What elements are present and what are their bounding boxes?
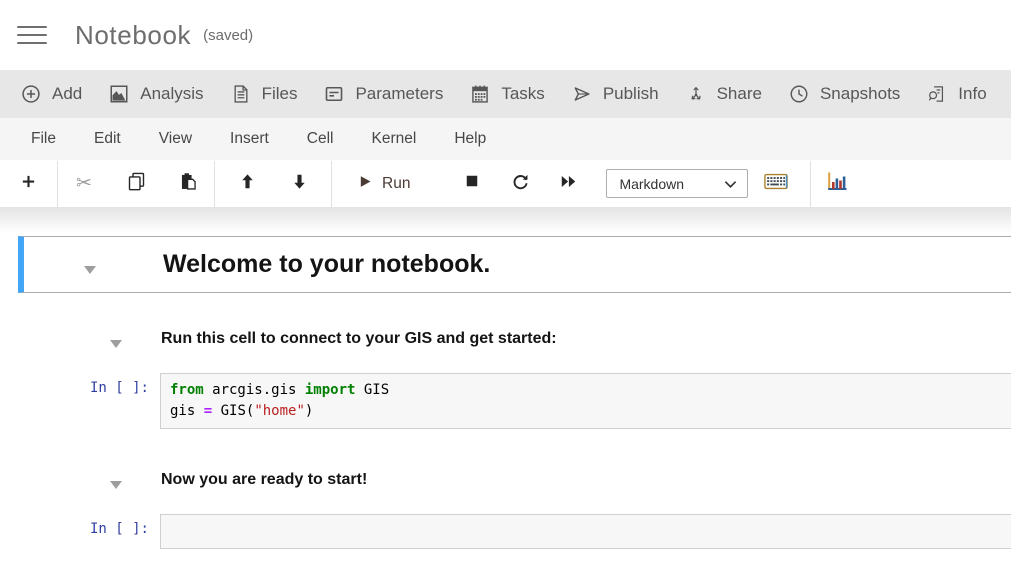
- bar-chart-icon: [826, 170, 848, 197]
- publish-icon: [572, 84, 592, 104]
- share-icon: [686, 84, 706, 104]
- code-input-area[interactable]: [160, 514, 1011, 549]
- scissors-icon: ✂: [76, 172, 92, 195]
- code-line: gis = GIS("home"): [170, 401, 1011, 422]
- menu-cell[interactable]: Cell: [307, 130, 334, 148]
- code-cell-empty: In [ ]:: [0, 514, 1011, 549]
- cell-toolbar: ✂ Run Markdown: [0, 160, 1011, 207]
- plus-icon: [20, 173, 37, 195]
- input-prompt: In [ ]:: [0, 373, 160, 429]
- toolbar-divider: [214, 161, 215, 207]
- restart-kernel-button[interactable]: [496, 172, 544, 196]
- stop-icon: [463, 172, 481, 195]
- cell-heading: Run this cell to connect to your GIS and…: [161, 330, 557, 348]
- command-palette-button[interactable]: [760, 173, 792, 195]
- analysis-icon: [109, 84, 129, 104]
- arrow-up-icon: [238, 172, 257, 196]
- analysis-button[interactable]: Analysis: [109, 84, 203, 104]
- copy-cell-button[interactable]: [110, 171, 162, 197]
- tasks-button[interactable]: Tasks: [470, 84, 544, 104]
- cut-cell-button[interactable]: ✂: [58, 172, 110, 195]
- app-header: Notebook (saved): [0, 0, 1011, 70]
- menu-kernel[interactable]: Kernel: [372, 130, 417, 148]
- input-prompt: In [ ]:: [0, 514, 160, 549]
- markdown-cell-ready[interactable]: Now you are ready to start!: [18, 471, 1011, 489]
- run-icon: [358, 174, 373, 194]
- cell-heading: Welcome to your notebook.: [163, 250, 490, 279]
- snapshots-button[interactable]: Snapshots: [789, 84, 900, 104]
- menu-help[interactable]: Help: [454, 130, 486, 148]
- copy-icon: [126, 171, 147, 197]
- arrow-down-icon: [290, 172, 309, 196]
- page-title: Notebook: [75, 20, 191, 51]
- run-button[interactable]: Run: [332, 174, 436, 194]
- chevron-down-icon: [724, 176, 737, 192]
- toolbar-divider: [810, 161, 811, 207]
- restart-icon: [511, 172, 530, 196]
- files-icon: [231, 84, 251, 104]
- info-icon: [927, 84, 947, 104]
- keyboard-icon: [764, 173, 788, 195]
- save-status: (saved): [203, 27, 253, 44]
- add-cell-button[interactable]: [0, 173, 57, 195]
- code-cell-gis: In [ ]: from arcgis.gis import GIS gis =…: [0, 373, 1011, 429]
- run-all-button[interactable]: [544, 172, 592, 196]
- notebook-menubar: File Edit View Insert Cell Kernel Help: [0, 118, 1011, 160]
- paste-cell-button[interactable]: [162, 171, 214, 197]
- add-button[interactable]: Add: [21, 84, 82, 104]
- menu-view[interactable]: View: [159, 130, 192, 148]
- move-cell-down-button[interactable]: [273, 172, 325, 196]
- add-icon: [21, 84, 41, 104]
- parameters-button[interactable]: Parameters: [324, 84, 443, 104]
- hamburger-menu-icon[interactable]: [17, 20, 47, 50]
- markdown-cell-welcome[interactable]: Welcome to your notebook.: [18, 236, 1011, 293]
- collapse-arrow-icon[interactable]: [110, 335, 122, 343]
- collapse-arrow-icon[interactable]: [84, 261, 96, 269]
- markdown-cell-connect[interactable]: Run this cell to connect to your GIS and…: [18, 330, 1011, 348]
- stop-button[interactable]: [448, 172, 496, 195]
- menu-file[interactable]: File: [31, 130, 56, 148]
- code-input-area[interactable]: from arcgis.gis import GIS gis = GIS("ho…: [160, 373, 1011, 429]
- notebook-content: Welcome to your notebook. Run this cell …: [0, 207, 1011, 549]
- toolbar-shadow: [0, 207, 1011, 233]
- cell-type-select[interactable]: Markdown: [606, 169, 748, 198]
- charts-button[interactable]: [823, 170, 851, 197]
- menu-edit[interactable]: Edit: [94, 130, 121, 148]
- parameters-icon: [324, 84, 344, 104]
- menu-insert[interactable]: Insert: [230, 130, 269, 148]
- fast-forward-icon: [559, 172, 578, 196]
- cell-heading: Now you are ready to start!: [161, 471, 367, 489]
- collapse-arrow-icon[interactable]: [110, 476, 122, 484]
- code-line: from arcgis.gis import GIS: [170, 380, 1011, 401]
- move-cell-up-button[interactable]: [221, 172, 273, 196]
- code-line: [170, 521, 1011, 542]
- share-button[interactable]: Share: [686, 84, 762, 104]
- info-button[interactable]: Info: [927, 84, 986, 104]
- publish-button[interactable]: Publish: [572, 84, 659, 104]
- files-button[interactable]: Files: [231, 84, 298, 104]
- ribbon-toolbar: Add Analysis Files Parameters Tasks Publ…: [0, 70, 1011, 118]
- paste-icon: [178, 171, 199, 197]
- tasks-icon: [470, 84, 490, 104]
- snapshots-icon: [789, 84, 809, 104]
